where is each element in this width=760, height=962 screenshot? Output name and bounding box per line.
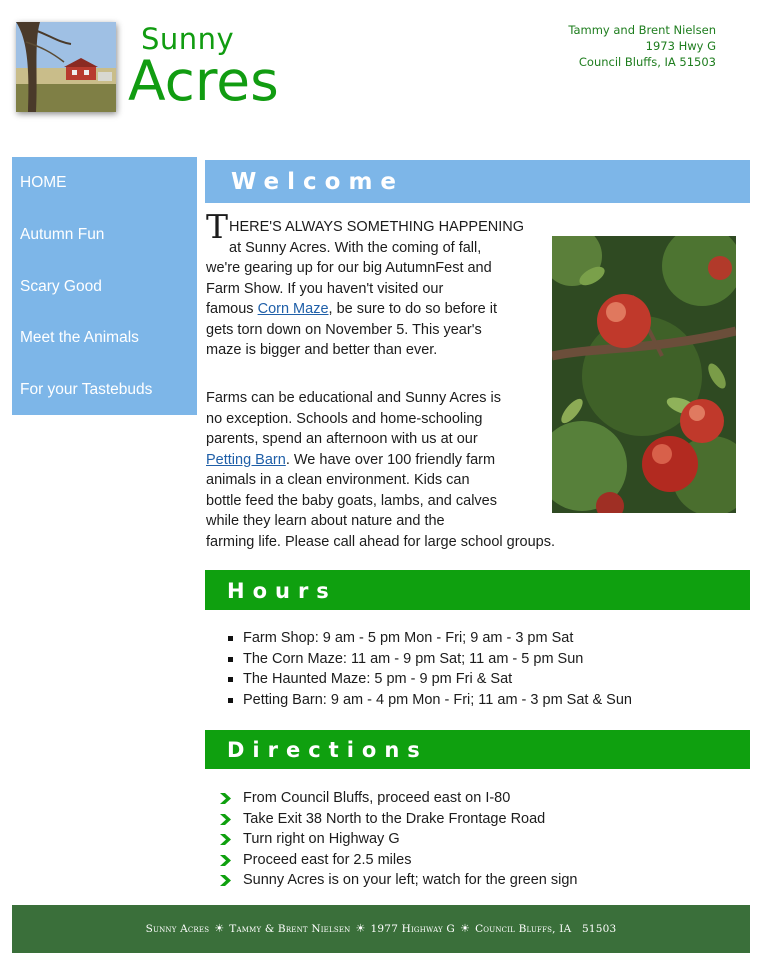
sun-icon: ☀: [460, 922, 471, 935]
welcome-heading: Welcome: [205, 160, 750, 203]
nav-item-home[interactable]: HOME: [20, 174, 67, 192]
footer-zip: 51503: [582, 923, 617, 935]
directions-item: Proceed east for 2.5 miles: [218, 850, 577, 871]
square-bullet-icon: [228, 656, 233, 662]
corn-maze-link[interactable]: Corn Maze: [258, 301, 329, 317]
green-arrow-icon: [220, 793, 231, 804]
directions-item: From Council Bluffs, proceed east on I-8…: [218, 788, 577, 809]
hours-item-text: Farm Shop: 9 am - 5 pm Mon - Fri; 9 am -…: [243, 630, 574, 646]
welcome-paragraph-2: Farms can be educational and Sunny Acres…: [206, 388, 601, 552]
welcome-p2-line: parents, spend an afternoon with us at o…: [206, 431, 478, 447]
footer-owners: Tammy & Brent Nielsen: [229, 923, 351, 935]
nav-item-scary-good[interactable]: Scary Good: [20, 278, 102, 296]
directions-item-text: Sunny Acres is on your left; watch for t…: [243, 872, 578, 889]
sidebar-nav: HOME Autumn Fun Scary Good Meet the Anim…: [12, 157, 197, 415]
square-bullet-icon: [228, 697, 233, 703]
welcome-p1-text: famous: [206, 301, 258, 317]
logo-farm-photo: [16, 22, 116, 112]
welcome-p1-line: at Sunny Acres. With the coming of fall,: [229, 239, 482, 256]
address-names: Tammy and Brent Nielsen: [568, 23, 716, 37]
page-footer: Sunny Acres ☀ Tammy & Brent Nielsen ☀ 1977 H…: [12, 905, 750, 953]
welcome-p1-text: , be sure to do so before it: [328, 301, 497, 317]
welcome-p2-line: Petting Barn. We have over 100 friendly …: [206, 450, 601, 471]
nav-item-autumn-fun[interactable]: Autumn Fun: [20, 226, 104, 244]
welcome-p2-line: animals in a clean environment. Kids can: [206, 472, 470, 488]
welcome-p1-line: HERE'S ALWAYS SOMETHING HAPPENING: [229, 219, 524, 235]
square-bullet-icon: [228, 636, 233, 641]
logo-word-acres: Acres: [128, 49, 279, 113]
footer-city: Council Bluffs, IA: [475, 923, 572, 935]
nav-item-for-your-tastebuds[interactable]: For your Tastebuds: [20, 381, 152, 399]
directions-item-text: From Council Bluffs, proceed east on I-8…: [243, 790, 511, 806]
hours-item: The Haunted Maze: 5 pm - 9 pm Fri & Sat: [228, 669, 632, 690]
directions-heading: Directions: [205, 730, 750, 769]
apples-photo: [552, 236, 736, 513]
welcome-p2-text: . We have over 100 friendly farm: [285, 451, 496, 468]
directions-item: Turn right on Highway G: [218, 829, 577, 850]
hours-item-text: The Corn Maze: 11 am - 9 pm Sat; 11 am -…: [243, 650, 584, 667]
green-arrow-icon: [220, 854, 231, 866]
directions-list: From Council Bluffs, proceed east on I-8…: [218, 788, 577, 891]
nav-item-meet-the-animals[interactable]: Meet the Animals: [20, 329, 139, 347]
hours-item: Petting Barn: 9 am - 4 pm Mon - Fri; 11 …: [228, 690, 632, 711]
directions-item: Take Exit 38 North to the Drake Frontage…: [218, 809, 577, 830]
hours-item-text: Petting Barn: 9 am - 4 pm Mon - Fri; 11 …: [243, 691, 632, 708]
green-arrow-icon: [220, 813, 231, 825]
address-street: 1973 Hwy G: [645, 39, 716, 53]
directions-item-text: Take Exit 38 North to the Drake Frontage…: [243, 810, 546, 827]
green-arrow-icon: [220, 834, 231, 846]
hours-item: The Corn Maze: 11 am - 9 pm Sat; 11 am -…: [228, 649, 632, 670]
dropcap-letter: T: [206, 207, 229, 246]
welcome-p2-line: Farms can be educational and Sunny Acres…: [206, 390, 501, 406]
directions-item-text: Proceed east for 2.5 miles: [243, 851, 412, 868]
sun-icon: ☀: [214, 922, 225, 935]
welcome-p1-line: Farm Show. If you haven't visited our: [206, 280, 444, 297]
welcome-p2-line: no exception. Schools and home-schooling: [206, 410, 483, 427]
square-bullet-icon: [228, 677, 233, 682]
footer-street: 1977 Highway G: [370, 923, 455, 935]
header-address: Tammy and Brent Nielsen 1973 Hwy G Counc…: [568, 22, 716, 70]
green-arrow-icon: [220, 875, 231, 887]
welcome-p2-line: while they learn about nature and the: [206, 513, 445, 529]
welcome-p2-line: bottle feed the baby goats, lambs, and c…: [206, 492, 497, 509]
directions-item: Sunny Acres is on your left; watch for t…: [218, 870, 577, 891]
welcome-p1-line: gets torn down on November 5. This year'…: [206, 321, 482, 338]
address-city: Council Bluffs, IA 51503: [578, 55, 716, 69]
petting-barn-link[interactable]: Petting Barn: [206, 452, 286, 468]
hours-item: Farm Shop: 9 am - 5 pm Mon - Fri; 9 am -…: [228, 628, 632, 649]
hours-item-text: The Haunted Maze: 5 pm - 9 pm Fri & Sat: [243, 671, 513, 687]
welcome-p1-line: maze is bigger and better than ever.: [206, 342, 438, 358]
sun-icon: ☀: [355, 922, 366, 935]
directions-item-text: Turn right on Highway G: [243, 831, 400, 848]
welcome-paragraph-1: T HERE'S ALWAYS SOMETHING HAPPENING at S…: [206, 207, 544, 361]
welcome-p1-line: famous Corn Maze, be sure to do so befor…: [206, 299, 544, 320]
welcome-p1-line: we're gearing up for our big AutumnFest …: [206, 260, 492, 276]
hours-heading: Hours: [205, 570, 750, 610]
footer-farm-name: Sunny Acres: [145, 923, 210, 935]
welcome-p2-line: farming life. Please call ahead for larg…: [206, 533, 555, 550]
hours-list: Farm Shop: 9 am - 5 pm Mon - Fri; 9 am -…: [228, 628, 632, 710]
